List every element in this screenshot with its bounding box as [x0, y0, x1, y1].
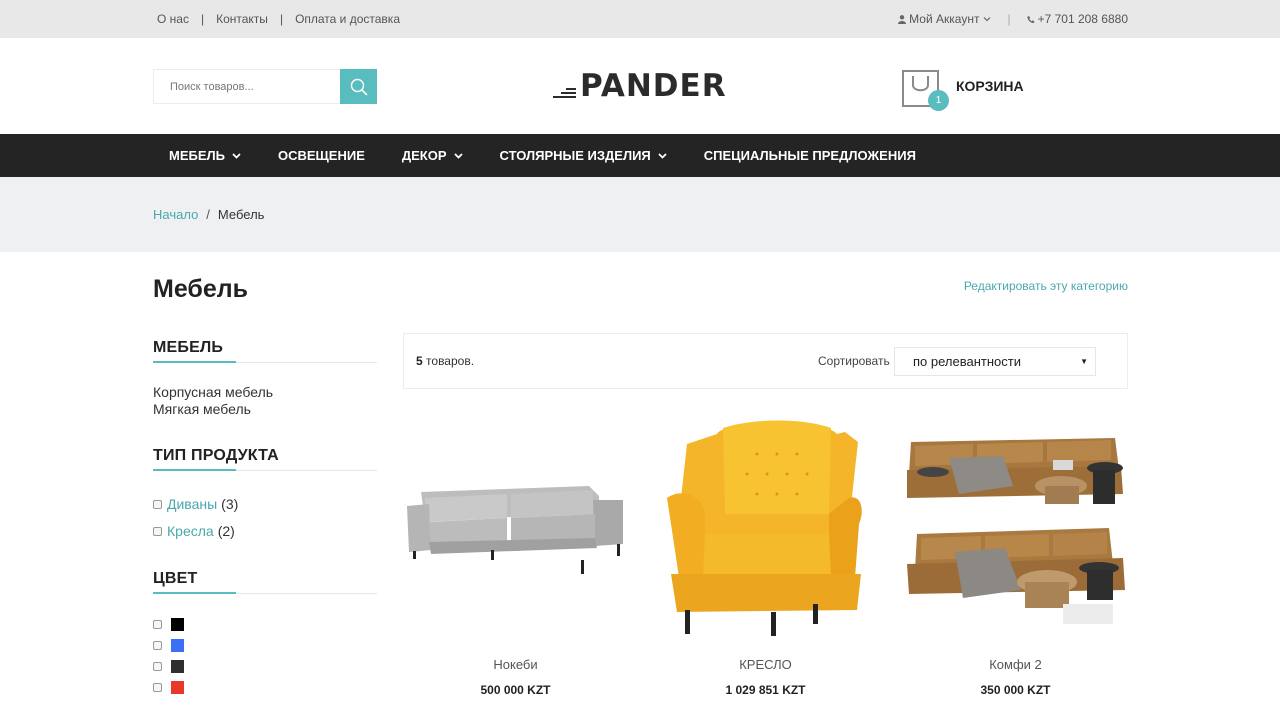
product-price: 500 000 KZT: [480, 683, 551, 697]
filter-count: (3): [221, 496, 239, 512]
chevron-down-icon: [232, 152, 241, 159]
product-card[interactable]: КРЕСЛО 1 029 851 KZT: [653, 414, 878, 697]
product-image-yellow-armchair[interactable]: [653, 414, 878, 639]
product-price: 350 000 KZT: [980, 683, 1051, 697]
checkbox[interactable]: [153, 641, 162, 650]
product-count: 5 товаров.: [416, 354, 474, 368]
nav-item-4[interactable]: СПЕЦИАЛЬНЫЕ ПРЕДЛОЖЕНИЯ: [704, 148, 916, 163]
nav-item-label: СТОЛЯРНЫЕ ИЗДЕЛИЯ: [499, 148, 651, 163]
top-links: О нас | Контакты | Оплата и доставка: [157, 12, 400, 26]
breadcrumb-separator: /: [206, 207, 210, 222]
sidebar-heading-color: ЦВЕТ: [153, 570, 198, 587]
nav-item-3[interactable]: СТОЛЯРНЫЕ ИЗДЕЛИЯ: [500, 148, 667, 163]
checkbox[interactable]: [153, 683, 162, 692]
product-price: 1 029 851 KZT: [725, 683, 806, 697]
nav-item-0[interactable]: МЕБЕЛЬ: [169, 148, 241, 163]
heading-underline: [153, 592, 377, 594]
top-right: Мой Аккаунт | +7 701 208 6880: [898, 12, 1128, 26]
account-label: Мой Аккаунт: [909, 12, 980, 26]
site-logo[interactable]: PANDER: [553, 68, 727, 104]
breadcrumb: Начало / Мебель: [153, 207, 264, 222]
search-input[interactable]: [154, 70, 342, 103]
nav-item-label: МЕБЕЛЬ: [169, 148, 225, 163]
filter-armchairs[interactable]: Кресла (2): [153, 523, 235, 539]
filter-label[interactable]: Диваны: [167, 496, 217, 512]
product-image-grey-sofa[interactable]: [403, 414, 628, 639]
phone-number: +7 701 208 6880: [1037, 12, 1128, 26]
breadcrumb-current: Мебель: [217, 207, 265, 222]
filter-count: (2): [217, 523, 235, 539]
breadcrumb-home[interactable]: Начало: [153, 207, 198, 222]
search-box: [153, 69, 377, 104]
divider: |: [279, 12, 284, 26]
color-swatch[interactable]: [171, 639, 184, 652]
nav-item-2[interactable]: ДЕКОР: [402, 148, 463, 163]
nav-item-label: ДЕКОР: [401, 148, 447, 163]
divider: |: [1007, 12, 1011, 26]
top-link-delivery[interactable]: Оплата и доставка: [295, 12, 400, 26]
page-title: Мебель: [153, 275, 248, 303]
product-name[interactable]: Нокеби: [403, 657, 628, 672]
dropdown-arrow-icon: ▼: [1080, 357, 1088, 366]
checkbox[interactable]: [153, 620, 162, 629]
chevron-down-icon: [658, 152, 667, 159]
checkbox[interactable]: [153, 662, 162, 671]
checkbox[interactable]: [153, 526, 162, 536]
sidebar-item-soft-furniture[interactable]: Мягкая мебель: [153, 401, 251, 418]
checkbox[interactable]: [153, 499, 162, 509]
color-filter-option[interactable]: [153, 660, 184, 673]
color-filter-option[interactable]: [153, 681, 184, 694]
bag-icon: 1: [902, 69, 949, 111]
color-swatch[interactable]: [171, 618, 184, 631]
sidebar-heading-product-type: ТИП ПРОДУКТА: [153, 447, 279, 464]
product-toolbar: 5 товаров. Сортировать по релевантности …: [403, 333, 1128, 389]
breadcrumb-bar: Начало / Мебель: [0, 177, 1280, 252]
color-filter-option[interactable]: [153, 639, 184, 652]
top-bar: О нас | Контакты | Оплата и доставка Мой…: [0, 0, 1280, 38]
search-icon: [350, 78, 368, 96]
filter-sofas[interactable]: Диваны (3): [153, 496, 238, 512]
divider: |: [200, 12, 205, 26]
sort-value: по релевантности: [913, 354, 1021, 369]
sidebar-heading-category: МЕБЕЛЬ: [153, 339, 224, 356]
product-image-brown-sofa-set[interactable]: [903, 414, 1128, 639]
cart-label: КОРЗИНА: [956, 78, 1024, 94]
filter-label[interactable]: Кресла: [167, 523, 214, 539]
nav-item-1[interactable]: ОСВЕЩЕНИЕ: [278, 148, 365, 163]
color-filter-option[interactable]: [153, 618, 184, 631]
edit-category-link[interactable]: Редактировать эту категорию: [964, 279, 1128, 293]
logo-speed-lines-icon: [553, 88, 576, 98]
cart-count-badge: 1: [928, 89, 949, 111]
nav-item-label: СПЕЦИАЛЬНЫЕ ПРЕДЛОЖЕНИЯ: [703, 148, 916, 163]
heading-underline: [153, 361, 377, 363]
nav-item-label: ОСВЕЩЕНИЕ: [277, 148, 365, 163]
product-name[interactable]: Комфи 2: [903, 657, 1128, 672]
phone-link[interactable]: +7 701 208 6880: [1026, 12, 1128, 26]
product-card[interactable]: Комфи 2 350 000 KZT: [903, 414, 1128, 697]
user-icon: [898, 14, 907, 24]
search-button[interactable]: [340, 69, 377, 104]
cart-button[interactable]: 1 КОРЗИНА: [902, 68, 1024, 111]
sort-select[interactable]: по релевантности ▼: [894, 347, 1096, 376]
account-menu[interactable]: Мой Аккаунт: [898, 12, 991, 26]
logo-text: PANDER: [580, 68, 727, 104]
nav-list: МЕБЕЛЬ ОСВЕЩЕНИЕ ДЕКОР СТОЛЯРНЫЕ ИЗДЕЛИЯ СПЕ…: [169, 134, 953, 177]
color-swatch[interactable]: [171, 681, 184, 694]
product-count-suffix: товаров.: [426, 354, 475, 368]
product-card[interactable]: Нокеби 500 000 KZT: [403, 414, 628, 697]
phone-icon: [1026, 15, 1035, 23]
chevron-down-icon: [984, 17, 991, 22]
top-link-contacts[interactable]: Контакты: [216, 12, 268, 26]
product-count-number: 5: [416, 354, 423, 368]
sidebar-item-cabinet-furniture[interactable]: Корпусная мебель: [153, 384, 273, 401]
heading-underline: [153, 469, 377, 471]
sort-label: Сортировать: [818, 354, 890, 368]
main-nav: МЕБЕЛЬ ОСВЕЩЕНИЕ ДЕКОР СТОЛЯРНЫЕ ИЗДЕЛИЯ СПЕ…: [0, 134, 1280, 177]
product-name[interactable]: КРЕСЛО: [653, 657, 878, 672]
top-link-about[interactable]: О нас: [157, 12, 189, 26]
chevron-down-icon: [453, 152, 463, 159]
color-swatch[interactable]: [171, 660, 184, 673]
